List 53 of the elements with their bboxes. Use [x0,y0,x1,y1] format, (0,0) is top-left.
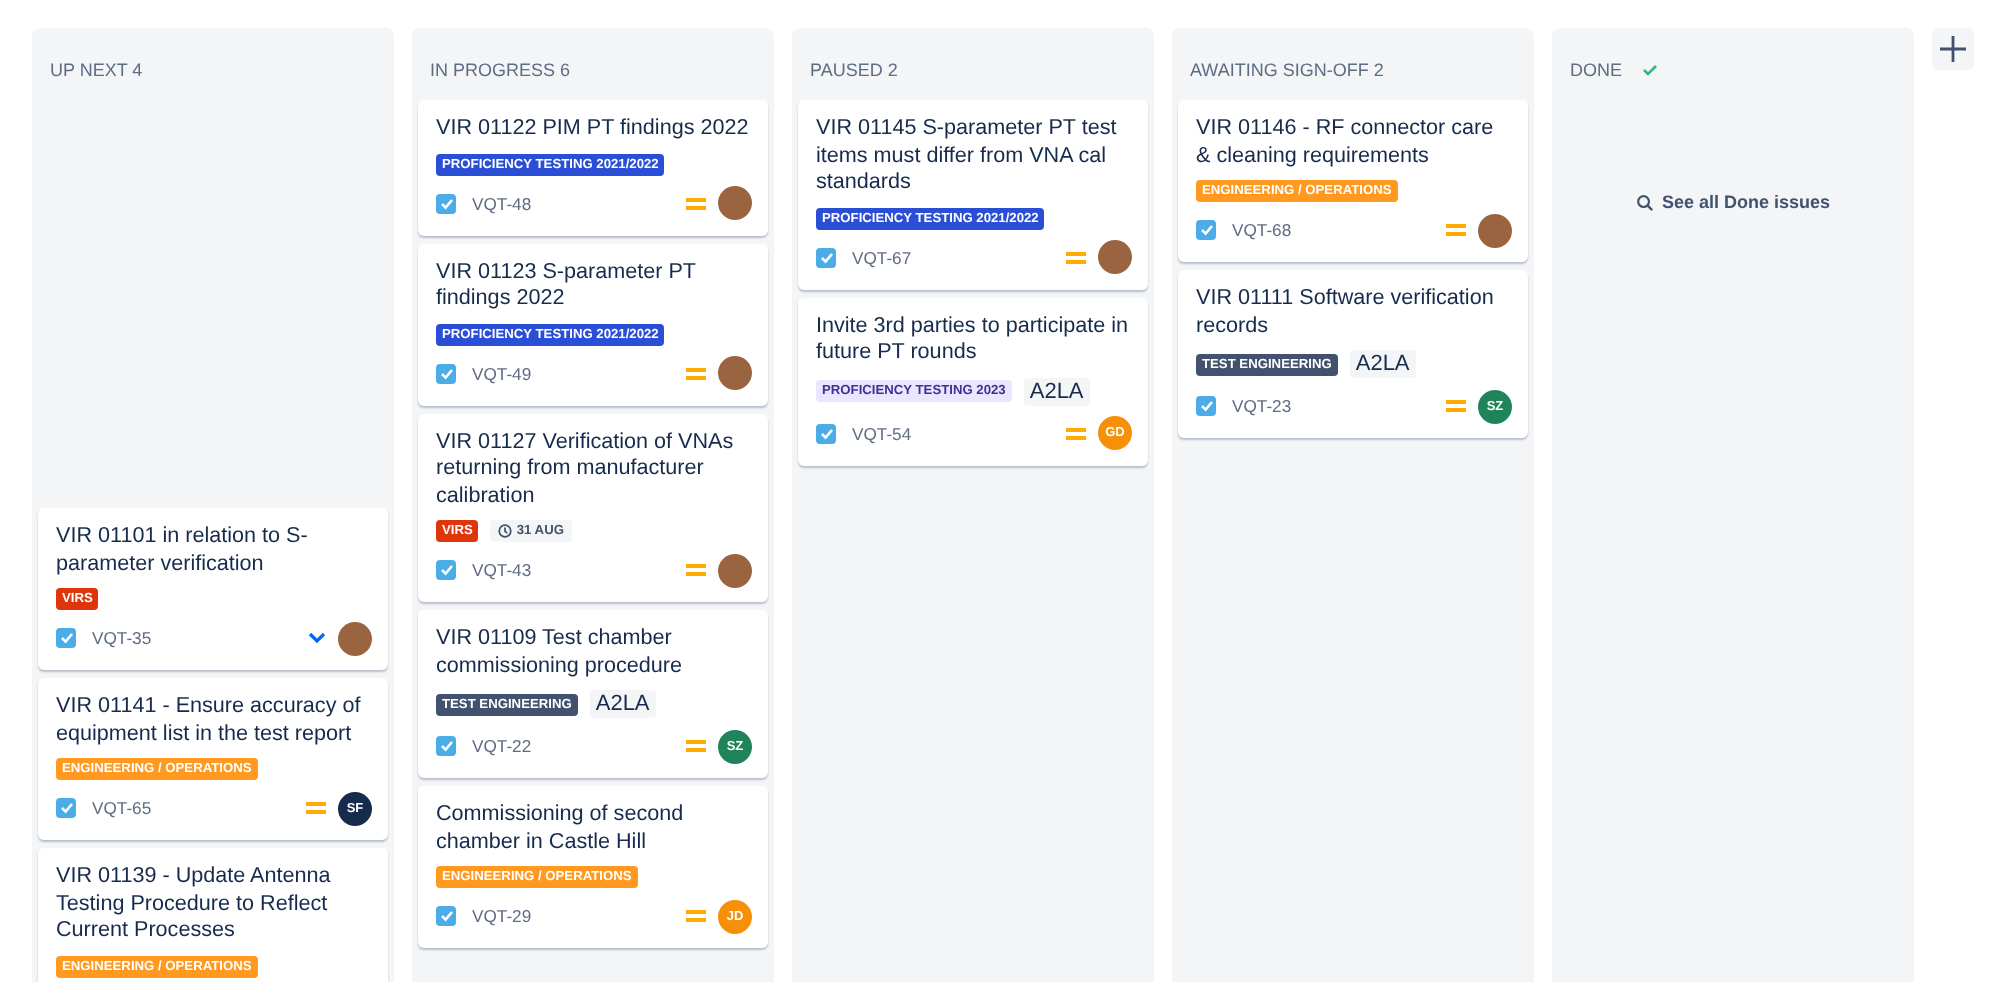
column-title: DONE [1570,60,1623,80]
column-title: IN PROGRESS 6 [430,60,571,80]
avatar[interactable] [718,553,752,587]
issue-key: VQT-35 [92,628,308,648]
issue-title: VIR 01122 PIM PT findings 2022 [436,116,751,143]
medium-priority-icon [686,908,706,924]
issue-title: VIR 01146 - RF connector care & cleaning requirements [1196,116,1496,170]
issue-key: VQT-22 [472,736,686,756]
issue-key: VQT-65 [92,798,306,818]
avatar[interactable] [338,621,372,655]
check-icon [1642,64,1659,76]
issue-key: VQT-67 [852,247,1066,267]
clock-icon [498,524,513,538]
issue-title: VIR 01101 in relation to S-parameter verification [56,524,310,578]
medium-priority-icon [686,365,706,381]
label-tag: A2LA [1349,350,1416,378]
issue-title: Commissioning of second chamber in Castle Hill [436,802,686,856]
medium-priority-icon [1066,425,1086,441]
issue-key: VQT-49 [472,363,686,383]
issue-key: VQT-54 [852,423,1066,443]
column-title: UP NEXT 4 [50,60,143,80]
issue-key: VQT-29 [472,906,686,926]
medium-priority-icon [306,800,326,816]
medium-priority-icon [1446,398,1466,414]
issue-title: VIR 01145 S-parameter PT test items must differ from VNA cal standards [816,116,1119,197]
issue-title: VIR 01139 - Update Antenna Testing Procedure to Reflect Current Processes [56,864,333,945]
issue-key: VQT-68 [1232,220,1446,240]
medium-priority-icon [1446,222,1466,238]
issue-title: VIR 01123 S-parameter PT findings 2022 [436,259,698,313]
add-column-button[interactable] [1932,28,1974,70]
label-tag: A2LA [589,690,656,718]
avatar[interactable] [718,356,752,390]
issue-key: VQT-23 [1232,396,1446,416]
avatar[interactable] [718,186,752,220]
issue-title: VIR 01111 Software verification records [1196,286,1496,340]
medium-priority-icon [1066,249,1086,265]
label-tag: A2LA [1023,377,1090,405]
issue-title: VIR 01127 Verification of VNAs returning from manufacturer calibration [436,429,736,510]
column-title: PAUSED 2 [810,60,898,80]
chevron-down-icon [308,632,326,644]
search-icon [1635,193,1654,211]
avatar[interactable] [1098,240,1132,274]
issue-title: VIR 01109 Test chamber commissioning procedure [436,626,685,680]
issue-key: VQT-48 [472,193,686,213]
medium-priority-icon [686,195,706,211]
avatar[interactable] [1478,213,1512,247]
column-title: AWAITING SIGN-OFF 2 [1190,60,1384,80]
plus-icon [1940,36,1966,62]
medium-priority-icon [686,738,706,754]
medium-priority-icon [686,562,706,578]
issue-key: VQT-43 [472,560,686,580]
issue-title: Invite 3rd parties to participate in future PT rounds [816,313,1131,367]
issue-title: VIR 01141 - Ensure accuracy of equipment list in the test report [56,694,363,748]
